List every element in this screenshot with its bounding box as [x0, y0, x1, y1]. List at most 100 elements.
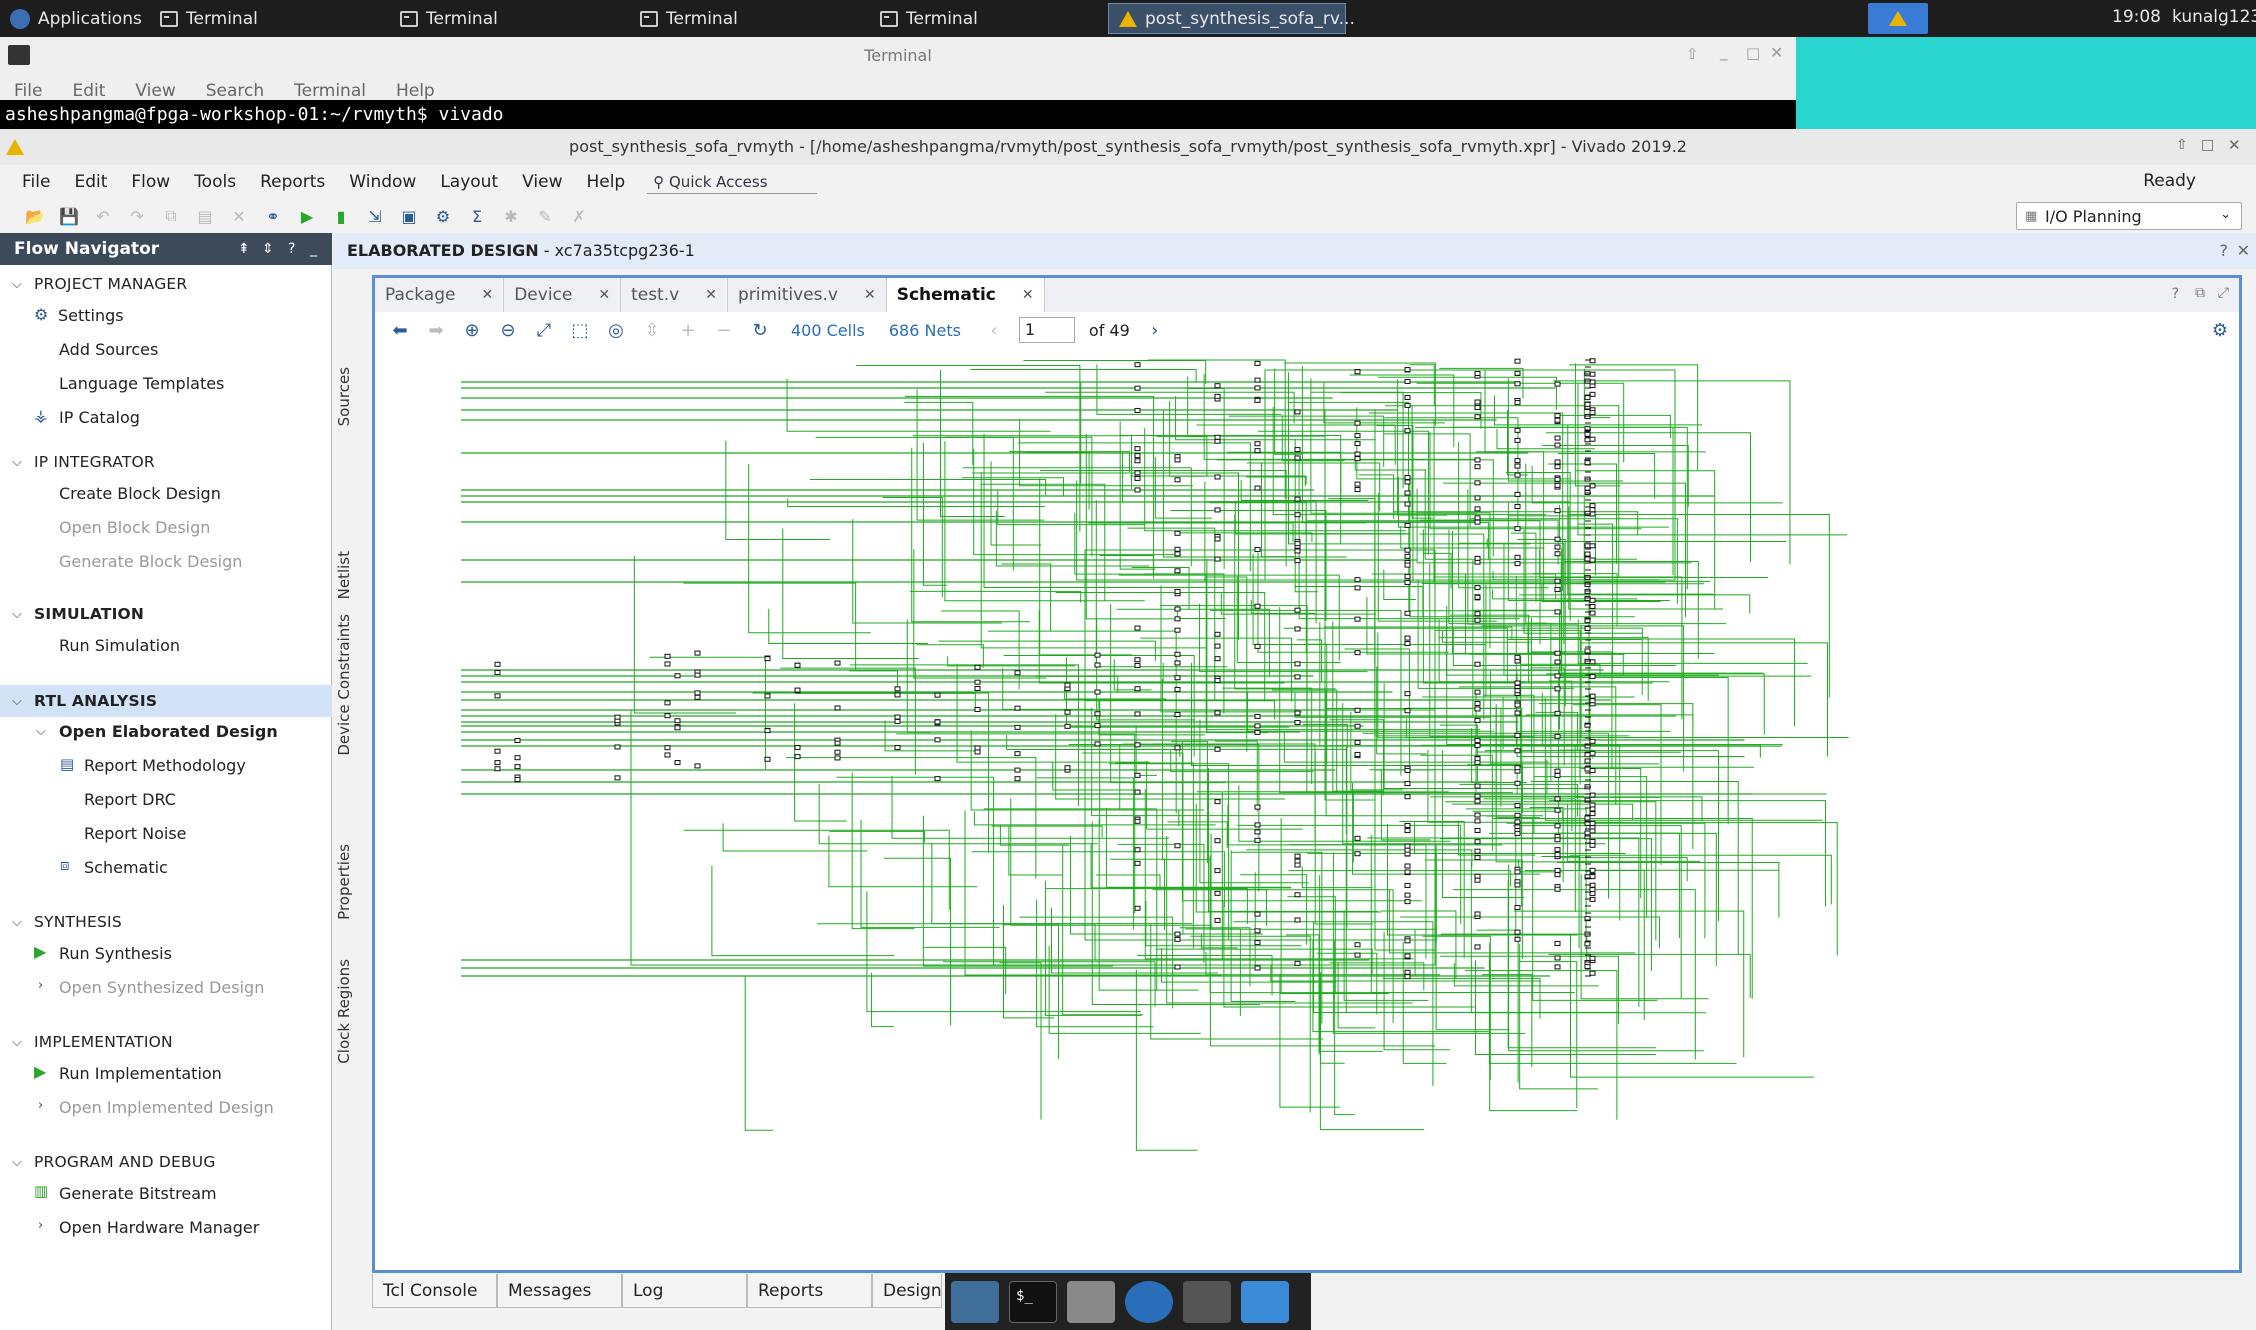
window-up-icon[interactable]: ⇧ — [2176, 137, 2188, 153]
taskbar-terminal-4[interactable]: Terminal — [870, 3, 988, 34]
cells-count[interactable]: 400 Cells — [791, 321, 865, 340]
close-icon[interactable]: ✕ — [864, 287, 876, 303]
section-implementation[interactable]: IMPLEMENTATION — [34, 1033, 173, 1051]
run-implementation-icon[interactable]: ⇲ — [364, 205, 386, 227]
back-icon[interactable]: ⬅ — [389, 320, 411, 341]
pencil-icon[interactable]: ✎ — [534, 205, 556, 227]
nav-settings[interactable]: Settings — [58, 306, 124, 325]
schematic-drawing[interactable] — [375, 350, 2239, 1270]
menu-view[interactable]: View — [510, 172, 574, 192]
open-project-icon[interactable]: 📂 — [24, 205, 46, 227]
menu-tools[interactable]: Tools — [182, 172, 248, 192]
collapse-icon[interactable]: − — [713, 320, 735, 341]
nav-open-block-design[interactable]: Open Block Design — [59, 518, 210, 537]
zoom-area-icon[interactable]: ⬚ — [569, 320, 591, 341]
maximize-icon[interactable]: ⤢ — [2218, 285, 2229, 301]
close-icon[interactable]: ✕ — [2228, 136, 2241, 154]
help-icon[interactable]: ? — [2220, 233, 2229, 269]
forward-icon[interactable]: ➡ — [425, 320, 447, 341]
redo-icon[interactable]: ↷ — [126, 205, 148, 227]
chevron-down-icon[interactable]: ⌵ — [12, 455, 22, 470]
home-folder-icon[interactable] — [1067, 1281, 1115, 1323]
zoom-fit-icon[interactable]: ⤢ — [533, 320, 555, 341]
save-icon[interactable]: 💾 — [58, 205, 80, 227]
tab-reports[interactable]: Reports — [747, 1274, 872, 1308]
nav-run-simulation[interactable]: Run Simulation — [59, 636, 180, 655]
section-ip-integrator[interactable]: IP INTEGRATOR — [34, 453, 155, 471]
nav-report-drc[interactable]: Report DRC — [84, 790, 176, 809]
chevron-right-icon[interactable]: › — [38, 978, 43, 993]
run-icon[interactable]: ▶ — [296, 205, 318, 227]
applications-menu[interactable]: Applications — [0, 3, 152, 34]
close-icon[interactable]: ✕ — [2237, 233, 2250, 269]
close-icon[interactable]: ✕ — [1022, 287, 1034, 303]
menu-window[interactable]: Window — [337, 172, 428, 192]
menu-flow[interactable]: Flow — [119, 172, 182, 192]
section-project-manager[interactable]: PROJECT MANAGER — [34, 275, 187, 293]
nav-schematic[interactable]: Schematic — [84, 858, 168, 877]
nav-open-elaborated-design[interactable]: Open Elaborated Design — [59, 722, 278, 741]
zoom-in-icon[interactable]: ⊕ — [461, 320, 483, 341]
collapse-all-icon[interactable]: ⇞ — [238, 233, 250, 265]
side-tab-properties[interactable]: Properties — [335, 844, 359, 920]
settings-icon[interactable]: ⚙ — [2209, 320, 2231, 341]
menu-edit[interactable]: Edit — [62, 172, 119, 192]
menu-file[interactable]: File — [14, 81, 42, 101]
chevron-down-icon[interactable]: ⌵ — [36, 724, 46, 739]
taskbar-terminal-3[interactable]: Terminal — [630, 3, 748, 34]
quick-access-search[interactable]: ⚲ Quick Access — [647, 171, 818, 194]
show-desktop-icon[interactable] — [951, 1281, 999, 1323]
layout-selector[interactable]: ▦ I/O Planning ⌄ — [2016, 202, 2242, 230]
side-tab-netlist[interactable]: Netlist — [335, 551, 359, 599]
nets-count[interactable]: 686 Nets — [889, 321, 961, 340]
menu-terminal[interactable]: Terminal — [294, 81, 366, 101]
tab-package[interactable]: Package ✕ — [375, 278, 505, 312]
taskbar-terminal-1[interactable]: Terminal — [150, 3, 268, 34]
debug-icon[interactable]: ✱ — [500, 205, 522, 227]
undo-icon[interactable]: ↶ — [92, 205, 114, 227]
nav-report-noise[interactable]: Report Noise — [84, 824, 187, 843]
float-icon[interactable]: ⧉ — [2195, 285, 2205, 301]
chevron-right-icon[interactable]: › — [38, 1218, 43, 1233]
prev-page-icon[interactable]: ‹ — [983, 320, 1005, 341]
nav-generate-bitstream[interactable]: Generate Bitstream — [59, 1184, 217, 1203]
taskbar-terminal-2[interactable]: Terminal — [390, 3, 508, 34]
chevron-right-icon[interactable]: › — [38, 1098, 43, 1113]
sigma-icon[interactable]: Σ — [466, 205, 488, 227]
menu-file[interactable]: File — [0, 172, 62, 192]
regenerate-icon[interactable]: ⇳ — [641, 320, 663, 341]
cancel-icon[interactable]: ✗ — [568, 205, 590, 227]
tab-schematic[interactable]: Schematic ✕ — [886, 278, 1045, 312]
settings-icon[interactable]: ⚙ — [432, 205, 454, 227]
paste-icon[interactable]: ▤ — [194, 205, 216, 227]
chevron-down-icon[interactable]: ⌵ — [12, 915, 22, 930]
menu-reports[interactable]: Reports — [248, 172, 337, 192]
schematic-canvas[interactable] — [375, 350, 2239, 1270]
tab-tcl-console[interactable]: Tcl Console — [372, 1274, 497, 1308]
close-icon[interactable]: ✕ — [1770, 43, 1783, 62]
maximize-icon[interactable]: □ — [1746, 44, 1760, 62]
minimize-icon[interactable]: _ — [1720, 43, 1728, 61]
tab-device[interactable]: Device ✕ — [504, 278, 622, 312]
tab-log[interactable]: Log — [622, 1274, 747, 1308]
section-synthesis[interactable]: SYNTHESIS — [34, 913, 122, 931]
auto-fit-icon[interactable]: ◎ — [605, 320, 627, 341]
next-page-icon[interactable]: › — [1144, 320, 1166, 341]
tab-design[interactable]: Design — [872, 1274, 942, 1308]
nav-open-implemented-design[interactable]: Open Implemented Design — [59, 1098, 274, 1117]
expand-all-icon[interactable]: ⇕ — [262, 233, 274, 265]
nav-language-templates[interactable]: Language Templates — [59, 374, 224, 393]
maximize-icon[interactable]: □ — [2201, 137, 2214, 153]
nav-generate-block-design[interactable]: Generate Block Design — [59, 552, 242, 571]
tab-messages[interactable]: Messages — [497, 1274, 622, 1308]
zoom-out-icon[interactable]: ⊖ — [497, 320, 519, 341]
tab-test-v[interactable]: test.v ✕ — [621, 278, 728, 312]
help-icon[interactable]: ? — [2172, 286, 2179, 302]
browser-icon[interactable] — [1125, 1281, 1173, 1323]
nav-create-block-design[interactable]: Create Block Design — [59, 484, 221, 503]
nav-open-synthesized-design[interactable]: Open Synthesized Design — [59, 978, 264, 997]
side-tab-sources[interactable]: Sources — [335, 367, 359, 426]
refresh-icon[interactable]: ↻ — [749, 320, 771, 341]
section-simulation[interactable]: SIMULATION — [34, 605, 144, 623]
chevron-down-icon[interactable]: ⌵ — [12, 1155, 22, 1170]
